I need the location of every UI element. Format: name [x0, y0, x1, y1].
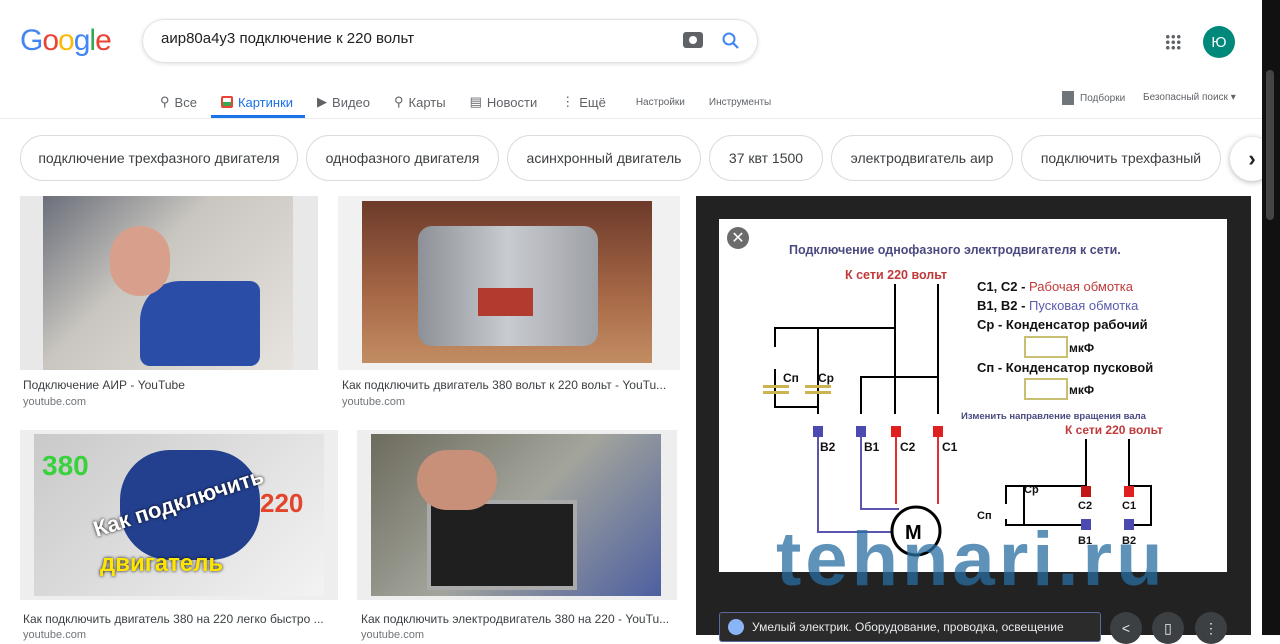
label-sp: Сп: [783, 371, 799, 385]
tab-video[interactable]: ▶ Видео: [317, 87, 370, 117]
search-box[interactable]: [142, 19, 758, 63]
chevron-right-icon: ›: [1248, 146, 1256, 171]
reverse-label: Изменить направление вращения вала: [961, 411, 1147, 422]
more-options-button[interactable]: ⋮: [1195, 612, 1227, 644]
source-title: Умелый электрик. Оборудование, проводка,…: [752, 620, 1064, 634]
apps-icon[interactable]: [1165, 34, 1181, 50]
camera-icon[interactable]: [683, 32, 703, 48]
label-b1: В1: [864, 440, 880, 454]
source-link[interactable]: Умелый электрик. Оборудование, проводка,…: [719, 612, 1101, 642]
svg-text:С1, С2 - Рабочая обмотка: С1, С2 - Рабочая обмотка: [977, 279, 1134, 294]
share-button[interactable]: <: [1110, 612, 1142, 644]
chip[interactable]: подключение трехфазного двигателя: [20, 135, 298, 181]
result-source: youtube.com: [361, 629, 424, 641]
unit-label: мкФ: [1069, 383, 1094, 397]
label-sr: Ср: [1024, 484, 1039, 496]
label-sr: Ср: [818, 371, 834, 385]
tab-label: Видео: [332, 94, 371, 110]
result-caption[interactable]: Как подключить электродвигатель 380 на 2…: [361, 612, 671, 626]
legend-key: В1, В2 -: [977, 298, 1025, 313]
overlay-text: двигатель: [100, 550, 224, 577]
image-preview-panel: Подключение однофазного электродвигателя…: [696, 196, 1251, 642]
result-caption[interactable]: Как подключить двигатель 380 на 220 легк…: [23, 612, 333, 626]
overlay-text: 220: [260, 488, 304, 518]
result-source: youtube.com: [23, 629, 86, 641]
globe-icon: [728, 619, 744, 635]
tab-label: Новости: [486, 94, 538, 110]
tab-news[interactable]: ▤ Новости: [470, 87, 538, 117]
search-icon[interactable]: [721, 31, 741, 51]
search-tabs: ⚲ Все Картинки ▶ Видео ⚲ Карты ▤ Новости ⋮ Ещ…: [160, 87, 795, 118]
news-icon: ▤: [469, 94, 482, 109]
tab-more[interactable]: ⋮ Ещё: [561, 87, 606, 117]
play-icon: ▶: [317, 94, 328, 109]
svg-text:В1, В2 - Пусковая обмотка: В1, В2 - Пусковая обмотка: [977, 298, 1139, 313]
tab-label: Карты: [408, 94, 446, 110]
tools-link[interactable]: Инструменты: [709, 87, 771, 117]
settings-link[interactable]: Настройки: [636, 87, 685, 117]
tab-maps[interactable]: ⚲ Карты: [394, 87, 446, 117]
chip[interactable]: подключить трехфазный: [1021, 135, 1221, 181]
more-vert-icon: ⋮: [1204, 619, 1218, 636]
diagram-title: Подключение однофазного электродвигателя…: [789, 243, 1121, 257]
result-source: youtube.com: [23, 396, 86, 408]
header-divider: [0, 118, 1280, 119]
scrollbar[interactable]: [1262, 0, 1280, 635]
result-source: youtube.com: [342, 396, 405, 408]
collections-link[interactable]: Подборки: [1062, 91, 1125, 105]
tab-all[interactable]: ⚲ Все: [160, 87, 197, 117]
search-input[interactable]: [161, 30, 661, 47]
mains-label: К сети 220 вольт: [845, 268, 947, 282]
legend-value: Пусковая обмотка: [1029, 298, 1139, 313]
collections-label: Подборки: [1080, 92, 1126, 104]
mains-label: К сети 220 вольт: [1065, 423, 1163, 437]
unit-label: мкФ: [1069, 341, 1094, 355]
label-c2: С2: [1078, 500, 1092, 512]
chip[interactable]: электродвигатель аир: [831, 135, 1013, 181]
result-image[interactable]: 380 Как подключить 220 двигатель: [20, 430, 338, 600]
save-button[interactable]: ▯: [1152, 612, 1184, 644]
image-icon: [220, 96, 233, 108]
overlay-text: 380: [42, 450, 89, 481]
pin-icon: ⚲: [394, 94, 404, 109]
result-image[interactable]: [20, 196, 318, 370]
more-vert-icon: ⋮: [561, 94, 575, 109]
tab-label: Ещё: [579, 94, 606, 110]
chip[interactable]: однофазного двигателя: [306, 135, 499, 181]
tab-label: Картинки: [237, 94, 294, 110]
avatar[interactable]: Ю: [1203, 26, 1235, 58]
safe-search-dropdown[interactable]: Безопасный поиск ▾: [1143, 92, 1236, 103]
chip[interactable]: 37 квт 1500: [709, 135, 823, 181]
label-c1: С1: [942, 440, 958, 454]
legend-value: Рабочая обмотка: [1029, 279, 1134, 294]
result-caption[interactable]: Подключение АИР - YouTube: [23, 378, 333, 392]
bookmark-icon: ▯: [1164, 619, 1172, 636]
close-icon[interactable]: ✕: [727, 227, 749, 249]
search-icon: ⚲: [160, 94, 170, 109]
tab-label: Все: [174, 94, 197, 110]
legend-key: С1, С2 -: [977, 279, 1025, 294]
bookmark-icon: [1062, 91, 1074, 105]
legend-key: Сп - Конденсатор пусковой: [977, 360, 1153, 375]
watermark: tehnari.ru: [776, 517, 1167, 602]
result-caption[interactable]: Как подключить двигатель 380 вольт к 220…: [342, 378, 677, 392]
result-image[interactable]: [338, 196, 680, 370]
legend-key: Ср - Конденсатор рабочий: [977, 317, 1148, 332]
label-b2: В2: [820, 440, 836, 454]
chip[interactable]: асинхронный двигатель: [507, 135, 701, 181]
share-icon: <: [1121, 620, 1131, 636]
label-c1: С1: [1122, 500, 1136, 512]
google-logo[interactable]: Google: [20, 24, 112, 58]
label-c2: С2: [900, 440, 916, 454]
result-image[interactable]: [357, 430, 677, 600]
tab-images[interactable]: Картинки: [210, 87, 306, 118]
safe-search-label: Безопасный поиск: [1143, 92, 1228, 103]
